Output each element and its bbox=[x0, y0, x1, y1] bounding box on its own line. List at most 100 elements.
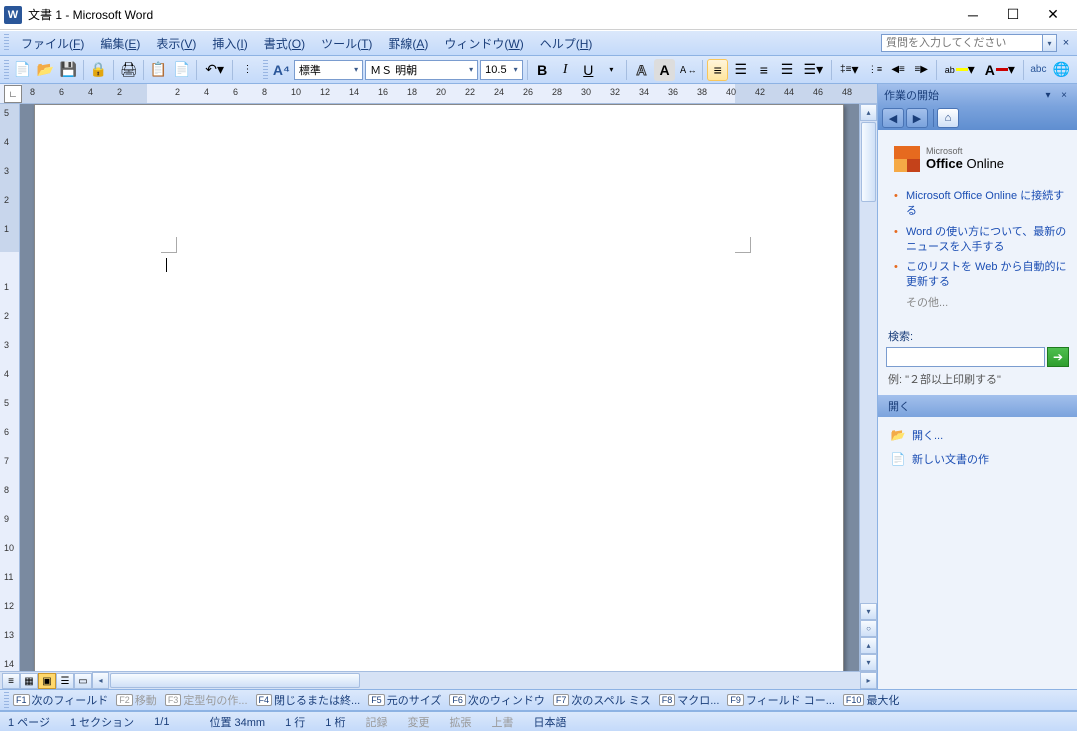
prev-page-button[interactable]: ▴ bbox=[860, 637, 877, 654]
new-document-link[interactable]: 📄新しい文書の作 bbox=[888, 447, 1067, 471]
print-view-button[interactable]: ▣ bbox=[38, 673, 56, 689]
menu-i[interactable]: 挿入(I) bbox=[204, 32, 255, 55]
underline-button[interactable]: U bbox=[578, 59, 599, 81]
scroll-left-button[interactable]: ◂ bbox=[92, 672, 109, 689]
permission-button[interactable]: 🔒 bbox=[88, 59, 109, 81]
fnbar-grip[interactable] bbox=[4, 692, 9, 708]
fn-f8[interactable]: F8マクロ... bbox=[659, 692, 720, 708]
normal-view-button[interactable]: ≡ bbox=[2, 673, 20, 689]
crop-mark bbox=[735, 237, 751, 253]
menu-t[interactable]: ツール(T) bbox=[313, 32, 380, 55]
increase-indent-button[interactable]: ≡▶ bbox=[911, 59, 932, 81]
menu-v[interactable]: 表示(V) bbox=[148, 32, 204, 55]
font-dropdown[interactable]: ＭＳ 明朝▾ bbox=[365, 60, 478, 80]
page[interactable] bbox=[34, 104, 844, 671]
menu-o[interactable]: 書式(O) bbox=[256, 32, 313, 55]
nav-back-button[interactable]: ◀ bbox=[882, 108, 904, 128]
new-button[interactable]: 📄 bbox=[12, 59, 33, 81]
browse-object-button[interactable]: ○ bbox=[860, 620, 877, 637]
vertical-ruler[interactable]: 5432112345678910111213141516 bbox=[0, 104, 20, 671]
help-input[interactable] bbox=[881, 34, 1043, 52]
align-justify-button[interactable]: ≡ bbox=[707, 59, 728, 81]
fn-f5[interactable]: F5元のサイズ bbox=[368, 692, 441, 708]
help-close[interactable]: × bbox=[1059, 36, 1073, 50]
taskpane-search-input[interactable] bbox=[886, 347, 1045, 367]
scroll-thumb[interactable] bbox=[861, 122, 876, 202]
nav-home-button[interactable]: ⌂ bbox=[937, 108, 959, 128]
toolbar-options[interactable]: ⋮ bbox=[237, 59, 258, 81]
undo-button[interactable]: ↶▾ bbox=[201, 59, 228, 81]
style-dropdown[interactable]: 標準▾ bbox=[294, 60, 363, 80]
scroll-right-button[interactable]: ▸ bbox=[860, 672, 877, 689]
open-section-header: 開く bbox=[878, 395, 1077, 417]
minimize-button[interactable]: ─ bbox=[953, 1, 993, 29]
save-button[interactable]: 💾 bbox=[58, 59, 79, 81]
taskpane-menu-button[interactable]: ▾ bbox=[1041, 88, 1055, 102]
outline-a-button[interactable]: A bbox=[631, 59, 652, 81]
taskpane-close-button[interactable]: × bbox=[1057, 88, 1071, 102]
fn-f10[interactable]: F10最大化 bbox=[843, 692, 900, 708]
menu-f[interactable]: ファイル(F) bbox=[13, 32, 92, 55]
open-button[interactable]: 📂 bbox=[35, 59, 56, 81]
toolbar2-grip[interactable] bbox=[263, 60, 268, 80]
help-dropdown[interactable]: ▾ bbox=[1043, 34, 1057, 52]
scroll-up-button[interactable]: ▴ bbox=[860, 104, 877, 121]
horizontal-ruler[interactable]: ∟ 86422468101214161820222426283032343638… bbox=[0, 84, 877, 104]
reading-view-button[interactable]: ▭ bbox=[74, 673, 92, 689]
next-page-button[interactable]: ▾ bbox=[860, 654, 877, 671]
open-file-link[interactable]: 📂開く... bbox=[888, 423, 1067, 447]
line-spacing-button[interactable]: ‡≡▾ bbox=[836, 59, 862, 81]
close-button[interactable]: ✕ bbox=[1033, 1, 1073, 29]
vertical-scrollbar[interactable]: ▴ ▾ ○ ▴ ▾ bbox=[859, 104, 877, 671]
taskpane-more-link[interactable]: その他... bbox=[892, 293, 1069, 314]
fn-f7[interactable]: F7次のスペル ミス bbox=[553, 692, 651, 708]
horizontal-scrollbar[interactable]: ◂ ▸ bbox=[92, 672, 877, 689]
copy-button[interactable]: 📋 bbox=[148, 59, 169, 81]
align-left-button[interactable]: ☰ bbox=[730, 59, 751, 81]
taskpane-link-0[interactable]: Microsoft Office Online に接続する bbox=[892, 186, 1069, 222]
font-size-dropdown[interactable]: 10.5▾ bbox=[480, 60, 522, 80]
scroll-down-button[interactable]: ▾ bbox=[860, 603, 877, 620]
highlight-button[interactable]: ab▾ bbox=[941, 59, 979, 81]
menu-h[interactable]: ヘルプ(H) bbox=[532, 32, 601, 55]
taskpane-link-1[interactable]: Word の使い方について、最新のニュースを入手する bbox=[892, 222, 1069, 258]
taskpane-link-2[interactable]: このリストを Web から自動的に更新する bbox=[892, 257, 1069, 293]
char-scale-button[interactable]: Ａ↔ bbox=[677, 59, 698, 81]
toolbar-grip[interactable] bbox=[4, 60, 9, 80]
align-center-button[interactable]: ≡ bbox=[753, 59, 774, 81]
fn-f9[interactable]: F9フィールド コー... bbox=[727, 692, 835, 708]
nav-forward-button[interactable]: ▶ bbox=[906, 108, 928, 128]
document-icon: 📄 bbox=[890, 452, 906, 466]
maximize-button[interactable]: ☐ bbox=[993, 1, 1033, 29]
fn-f6[interactable]: F6次のウィンドウ bbox=[449, 692, 545, 708]
outline-view-button[interactable]: ☰ bbox=[56, 673, 74, 689]
italic-button[interactable]: I bbox=[555, 59, 576, 81]
tab-selector[interactable]: ∟ bbox=[4, 85, 22, 103]
fn-f3[interactable]: F3定型句の作... bbox=[165, 692, 248, 708]
numbered-list-button[interactable]: ⋮≡ bbox=[864, 59, 885, 81]
menubar-grip[interactable] bbox=[4, 34, 9, 52]
web-view-button[interactable]: ▦ bbox=[20, 673, 38, 689]
style-aa-icon[interactable]: A⁴ bbox=[271, 59, 292, 81]
font-color-button[interactable]: A▾ bbox=[981, 59, 1019, 81]
paste-button[interactable]: 📄 bbox=[171, 59, 192, 81]
menu-e[interactable]: 編集(E) bbox=[92, 32, 148, 55]
align-right-button[interactable]: ☰ bbox=[776, 59, 797, 81]
menu-w[interactable]: ウィンドウ(W) bbox=[436, 32, 531, 55]
fn-f4[interactable]: F4閉じるまたは終... bbox=[256, 692, 361, 708]
fn-f2[interactable]: F2移動 bbox=[116, 692, 157, 708]
research-button[interactable]: 🌐 bbox=[1051, 59, 1072, 81]
document-canvas[interactable] bbox=[20, 104, 859, 671]
fn-f1[interactable]: F1次のフィールド bbox=[13, 692, 108, 708]
decrease-indent-button[interactable]: ◀≡ bbox=[888, 59, 909, 81]
align-distribute-button[interactable]: ☰▾ bbox=[800, 59, 828, 81]
ruby-button[interactable]: abc bbox=[1028, 59, 1049, 81]
hscroll-thumb[interactable] bbox=[110, 673, 360, 688]
status-extend: 拡張 bbox=[449, 714, 471, 730]
taskpane-search-go[interactable]: ➔ bbox=[1047, 347, 1069, 367]
office-logo-icon bbox=[894, 146, 920, 172]
shaded-a-button[interactable]: A bbox=[654, 59, 675, 81]
menu-a[interactable]: 罫線(A) bbox=[380, 32, 436, 55]
bold-button[interactable]: B bbox=[532, 59, 553, 81]
print-button[interactable]: 🖨 bbox=[118, 59, 139, 81]
